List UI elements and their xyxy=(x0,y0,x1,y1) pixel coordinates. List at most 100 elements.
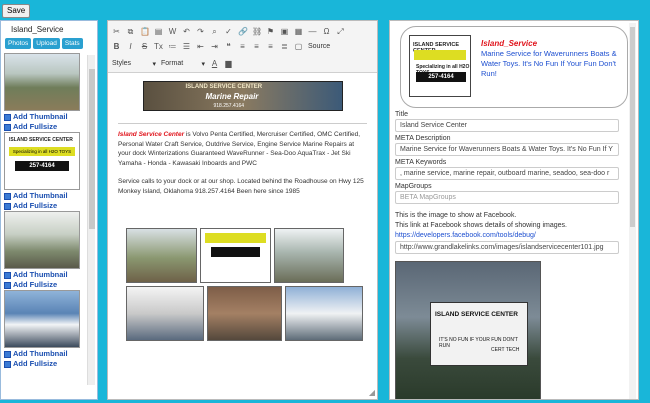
italic-icon[interactable]: I xyxy=(126,42,135,51)
add-thumbnail-link[interactable]: Add Thumbnail xyxy=(4,270,84,280)
meta-scrollbar[interactable] xyxy=(629,23,636,399)
anchor-icon[interactable]: ⚑ xyxy=(266,27,275,36)
resize-handle[interactable]: ◢ xyxy=(369,388,375,397)
image-insert-icon[interactable]: ▣ xyxy=(280,27,289,36)
image-icon xyxy=(4,360,11,368)
bg-color-icon[interactable]: ▆ xyxy=(224,59,233,68)
source-icon[interactable]: ▢ xyxy=(294,42,303,51)
photo-panel: Island_Service Photos Upload Stats Add T… xyxy=(0,20,98,400)
align-left-icon[interactable]: ≡ xyxy=(238,42,247,51)
strike-icon[interactable]: S xyxy=(140,42,149,51)
outdent-icon[interactable]: ⇤ xyxy=(196,42,205,51)
add-fullsize-link[interactable]: Add Fullsize xyxy=(4,280,84,290)
meta-keywords-input[interactable]: , marine service, marine repair, outboar… xyxy=(395,167,619,180)
tab-photos[interactable]: Photos xyxy=(5,38,32,49)
editor-content[interactable]: Island Service Center is Volvo Penta Cer… xyxy=(108,111,377,202)
facebook-info-line1: This is the image to show at Facebook. xyxy=(395,212,517,219)
title-input[interactable]: Island Service Center xyxy=(395,119,619,132)
title-label: Title xyxy=(395,111,408,118)
table-icon[interactable]: ▦ xyxy=(294,27,303,36)
image-icon xyxy=(4,350,11,358)
meta-description-label: META Description xyxy=(395,135,451,142)
intro-paragraph: Island Service Center is Volvo Penta Cer… xyxy=(118,131,361,167)
paste-icon[interactable]: 📋 xyxy=(140,27,150,36)
paste-word-icon[interactable]: W xyxy=(168,27,177,36)
unlink-icon[interactable]: ⛓ xyxy=(252,27,262,36)
gallery-photo xyxy=(126,228,197,283)
tab-stats[interactable]: Stats xyxy=(61,38,83,49)
text-color-icon[interactable]: A xyxy=(210,59,219,68)
redo-icon[interactable]: ↷ xyxy=(196,27,205,36)
gallery-photo xyxy=(207,286,282,341)
align-right-icon[interactable]: ≡ xyxy=(266,42,275,51)
image-icon xyxy=(4,113,11,121)
thumbnail-list: Add Thumbnail Add Fullsize ISLAND SERVIC… xyxy=(4,53,84,369)
paste-text-icon[interactable]: ▤ xyxy=(154,27,163,36)
mapgroups-label: MapGroups xyxy=(395,183,432,190)
blockquote-icon[interactable]: ❝ xyxy=(224,42,233,51)
facebook-image-url-input[interactable]: http://www.grandlakelinks.com/images/isl… xyxy=(395,241,619,254)
listing-description: Marine Service for Waverunners Boats & W… xyxy=(481,49,617,78)
special-char-icon[interactable]: Ω xyxy=(322,27,331,36)
facebook-debug-link-wrap: https://developers.facebook.com/tools/de… xyxy=(395,231,536,241)
image-icon xyxy=(4,123,11,131)
maximize-icon[interactable]: ⤢ xyxy=(336,27,345,37)
remove-format-icon[interactable]: Tx xyxy=(154,42,163,51)
find-icon[interactable]: ⌕ xyxy=(210,27,219,37)
gallery-photo xyxy=(200,228,271,283)
divider xyxy=(118,123,367,124)
photo-thumbnail[interactable] xyxy=(4,53,80,111)
listing-preview-card: ISLAND SERVICE CENTER Specializing in al… xyxy=(400,26,628,108)
add-thumbnail-link[interactable]: Add Thumbnail xyxy=(4,191,84,201)
format-select[interactable]: Format ▾ xyxy=(161,60,205,68)
image-icon xyxy=(4,271,11,279)
link-icon[interactable]: 🔗 xyxy=(238,27,248,36)
scrollbar-thumb[interactable] xyxy=(630,27,635,227)
gallery-photo xyxy=(285,286,363,341)
save-button[interactable]: Save xyxy=(2,4,31,18)
align-center-icon[interactable]: ≡ xyxy=(252,42,261,51)
listing-name: Island_Service xyxy=(481,39,538,48)
add-fullsize-link[interactable]: Add Fullsize xyxy=(4,359,84,369)
photo-gallery xyxy=(126,228,364,344)
cut-icon[interactable]: ✂ xyxy=(112,27,121,36)
rich-text-editor: ✂ ⧉ 📋 ▤ W ↶ ↷ ⌕ ✓ 🔗 ⛓ ⚑ ▣ ▦ ― Ω ⤢ B I S … xyxy=(107,20,378,400)
tab-upload[interactable]: Upload xyxy=(33,38,60,49)
styles-select[interactable]: Styles ▾ xyxy=(112,60,156,68)
meta-description-input[interactable]: Marine Service for Waverunners Boats & W… xyxy=(395,143,619,156)
hr-icon[interactable]: ― xyxy=(308,27,317,36)
copy-icon[interactable]: ⧉ xyxy=(126,27,135,37)
business-logo: ISLAND SERVICE CENTER Specializing in al… xyxy=(409,35,471,97)
photo-tabs: Photos Upload Stats xyxy=(5,38,97,49)
source-button[interactable]: Source xyxy=(308,43,330,50)
add-fullsize-link[interactable]: Add Fullsize xyxy=(4,201,84,211)
add-thumbnail-link[interactable]: Add Thumbnail xyxy=(4,349,84,359)
scrollbar-thumb[interactable] xyxy=(89,69,95,229)
chevron-down-icon: ▾ xyxy=(201,60,205,68)
image-icon xyxy=(4,192,11,200)
bold-icon[interactable]: B xyxy=(112,42,121,51)
photo-thumbnail[interactable] xyxy=(4,211,80,269)
location-paragraph: Service calls to your dock or at our sho… xyxy=(118,178,364,195)
numbered-list-icon[interactable]: ≔ xyxy=(168,42,177,51)
spellcheck-icon[interactable]: ✓ xyxy=(224,27,233,36)
add-thumbnail-link[interactable]: Add Thumbnail xyxy=(4,112,84,122)
editor-toolbar: ✂ ⧉ 📋 ▤ W ↶ ↷ ⌕ ✓ 🔗 ⛓ ⚑ ▣ ▦ ― Ω ⤢ B I S … xyxy=(108,21,377,73)
thumbnail-scrollbar[interactable] xyxy=(87,55,95,385)
facebook-info-line2: This link at Facebook shows details of s… xyxy=(395,222,567,229)
facebook-debug-link[interactable]: https://developers.facebook.com/tools/de… xyxy=(395,232,536,239)
sign-graphic: ISLAND SERVICE CENTER IT'S NO FUN IF YOU… xyxy=(430,302,528,366)
image-icon xyxy=(4,281,11,289)
add-fullsize-link[interactable]: Add Fullsize xyxy=(4,122,84,132)
facebook-share-image: ISLAND SERVICE CENTER IT'S NO FUN IF YOU… xyxy=(395,261,541,399)
mapgroups-input[interactable]: BETA MapGroups xyxy=(395,191,619,204)
photo-thumbnail[interactable]: ISLAND SERVICE CENTER Specializing in al… xyxy=(4,132,80,190)
panel-title: Island_Service xyxy=(11,25,64,34)
bulleted-list-icon[interactable]: ☰ xyxy=(182,42,191,51)
meta-keywords-label: META Keywords xyxy=(395,159,447,166)
indent-icon[interactable]: ⇥ xyxy=(210,42,219,51)
chevron-down-icon: ▾ xyxy=(152,60,156,68)
align-justify-icon[interactable]: ≣ xyxy=(280,42,289,51)
undo-icon[interactable]: ↶ xyxy=(182,27,191,36)
photo-thumbnail[interactable] xyxy=(4,290,80,348)
